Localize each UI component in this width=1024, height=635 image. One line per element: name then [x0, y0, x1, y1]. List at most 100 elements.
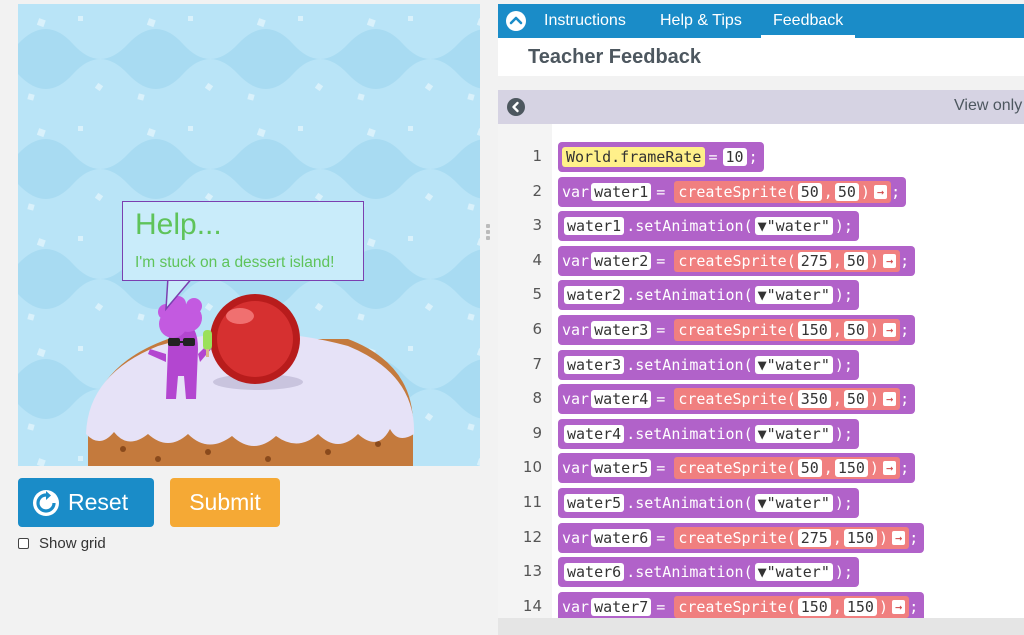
line-number: 3 [532, 216, 542, 235]
semicolon: ; [891, 182, 901, 201]
arrow-right-icon: → [891, 530, 906, 545]
method-name: .setAnimation( [626, 424, 753, 443]
animation-dropdown[interactable]: ▼"water" [754, 286, 833, 305]
equals-sign: = [656, 459, 666, 478]
code-editor[interactable]: 1 2 3 4 5 6 7 8 9 10 11 12 13 14 World.frameRate = 10… [498, 124, 1024, 618]
var-keyword: var [562, 528, 590, 547]
triangle-down-icon: ▼ [757, 494, 767, 512]
feedback-header: Teacher Feedback [498, 38, 1024, 76]
animation-dropdown[interactable]: ▼"water" [754, 494, 833, 512]
reset-label: Reset [68, 489, 129, 515]
number-value: 10 [722, 148, 747, 166]
var-keyword: var [562, 459, 590, 478]
property-name: World.frameRate [562, 147, 706, 167]
arg-y: 150 [834, 459, 868, 478]
comma: , [832, 528, 842, 547]
comma: , [823, 182, 833, 201]
semicolon: ; [900, 390, 910, 409]
arg-x: 275 [797, 251, 831, 270]
close-semicolon: ); [834, 563, 853, 582]
open-paren: ( [786, 251, 796, 270]
close-semicolon: ); [834, 286, 853, 305]
animation-dropdown[interactable]: ▼"water" [754, 217, 833, 236]
semicolon: ; [900, 251, 910, 270]
collapse-icon[interactable] [506, 11, 526, 31]
code-block[interactable]: World.frameRate = 10; [558, 142, 764, 172]
variable-name: water1 [591, 182, 652, 201]
code-block[interactable]: water1 .setAnimation(▼"water"); [558, 211, 859, 242]
variable-name: water5 [564, 494, 625, 512]
method-name: .setAnimation( [626, 563, 753, 582]
create-sprite-call[interactable]: createSprite(275, 150) → [674, 526, 910, 549]
close-paren: ) [869, 251, 879, 270]
line-number: 2 [532, 181, 542, 200]
code-block[interactable]: water6 .setAnimation(▼"water"); [558, 557, 859, 588]
view-only-label: View only [954, 97, 1023, 114]
variable-name: water4 [564, 424, 625, 443]
animation-value: "water" [766, 494, 830, 512]
equals-sign: = [656, 528, 666, 547]
var-keyword: var [562, 390, 590, 409]
arg-x: 275 [797, 528, 831, 547]
function-name: createSprite [678, 459, 787, 478]
triangle-down-icon: ▼ [757, 563, 767, 582]
animation-dropdown[interactable]: ▼"water" [754, 563, 833, 582]
resize-handle[interactable] [486, 224, 490, 246]
create-sprite-call[interactable]: createSprite(50, 150) → [674, 457, 901, 480]
show-grid-checkbox[interactable] [18, 538, 29, 549]
triangle-down-icon: ▼ [757, 355, 767, 374]
create-sprite-call[interactable]: createSprite(50, 50) → [674, 180, 892, 203]
create-sprite-call[interactable]: createSprite(350, 50) → [674, 388, 901, 411]
game-stage[interactable]: Help... I'm stuck on a dessert island! [18, 4, 480, 466]
var-keyword: var [562, 597, 590, 616]
tab-help-tips[interactable]: Help & Tips [660, 4, 742, 38]
open-paren: ( [786, 459, 796, 478]
code-block[interactable]: var water2 = createSprite(275, 50) →; [558, 245, 916, 276]
animation-value: "water" [766, 217, 830, 236]
code-block[interactable]: var water3 = createSprite(150, 50) →; [558, 315, 916, 345]
function-name: createSprite [678, 528, 787, 547]
semicolon: ; [900, 321, 910, 339]
code-block[interactable]: water3 .setAnimation(▼"water"); [558, 349, 859, 380]
close-paren: ) [878, 528, 888, 547]
code-block[interactable]: var water7 = createSprite(150, 150) →; [558, 591, 925, 618]
variable-name: water4 [591, 390, 652, 409]
line-number: 12 [522, 527, 542, 546]
line-number: 11 [522, 493, 542, 511]
open-paren: ( [786, 528, 796, 547]
variable-name: water3 [564, 355, 625, 374]
code-block[interactable]: var water6 = createSprite(275, 150) →; [558, 522, 925, 553]
arrow-right-icon: → [882, 253, 897, 268]
animation-dropdown[interactable]: ▼"water" [754, 355, 833, 374]
open-paren: ( [786, 182, 796, 201]
open-paren: ( [786, 321, 796, 339]
animation-dropdown[interactable]: ▼"water" [754, 424, 833, 443]
tab-instructions[interactable]: Instructions [544, 4, 626, 38]
tab-feedback[interactable]: Feedback [761, 4, 856, 38]
submit-button[interactable]: Submit [170, 478, 280, 527]
line-number: 5 [532, 285, 542, 304]
reset-button[interactable]: Reset [18, 478, 154, 527]
comma: , [832, 321, 842, 339]
show-grid-row[interactable]: Show grid [18, 535, 106, 552]
code-block[interactable]: water2 .setAnimation(▼"water"); [558, 280, 859, 311]
arrow-right-icon: → [891, 599, 906, 614]
speech-bubble: Help... I'm stuck on a dessert island! [122, 201, 364, 281]
animation-value: "water" [766, 286, 830, 305]
create-sprite-call[interactable]: createSprite(150, 150) → [674, 595, 910, 618]
horizontal-scrollbar[interactable] [498, 618, 1024, 635]
code-block[interactable]: var water5 = createSprite(50, 150) →; [558, 453, 916, 484]
equals-sign: = [708, 148, 718, 166]
chevron-left-icon[interactable] [507, 98, 525, 116]
view-bar: View only [498, 90, 1024, 124]
line-number: 1 [532, 147, 542, 165]
code-block[interactable]: var water4 = createSprite(350, 50) →; [558, 384, 916, 415]
create-sprite-call[interactable]: createSprite(150, 50) → [674, 319, 901, 341]
code-block[interactable]: water5 .setAnimation(▼"water"); [558, 488, 859, 518]
code-block[interactable]: var water1 = createSprite(50, 50) →; [558, 176, 907, 207]
function-name: createSprite [678, 251, 787, 270]
create-sprite-call[interactable]: createSprite(275, 50) → [674, 249, 901, 272]
code-block[interactable]: water4 .setAnimation(▼"water"); [558, 418, 859, 449]
variable-name: water5 [591, 459, 652, 478]
close-paren: ) [869, 390, 879, 409]
